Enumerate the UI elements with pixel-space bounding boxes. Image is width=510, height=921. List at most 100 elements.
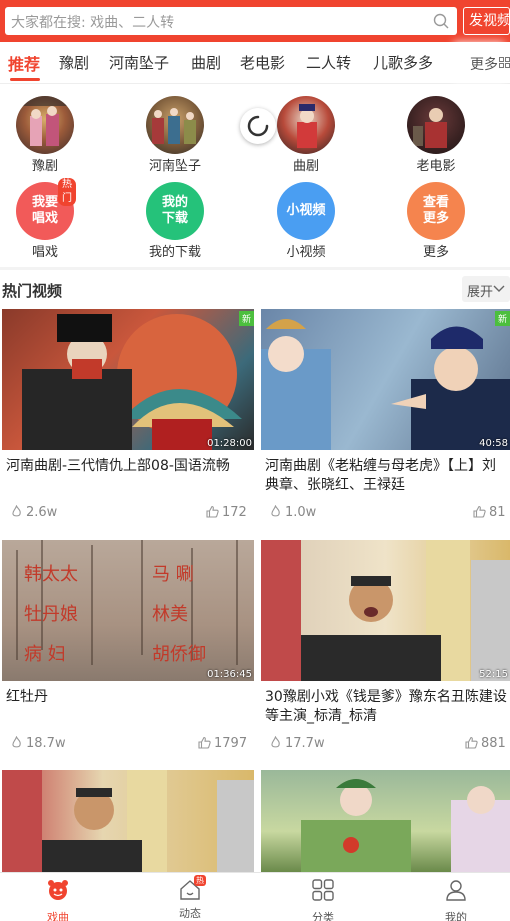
view-count: 2.6w bbox=[10, 505, 57, 520]
video-thumbnail[interactable]: 新 01:28:00 bbox=[2, 309, 254, 450]
video-card[interactable]: 新 01:28:00 河南曲剧-三代情仇上部08-国语流畅 2.6w 172 bbox=[2, 309, 254, 529]
tab-henan-zhuizi[interactable]: 河南坠子 bbox=[109, 52, 169, 73]
video-card[interactable] bbox=[261, 770, 510, 872]
svg-text:牡丹娘: 牡丹娘 bbox=[24, 604, 78, 625]
shortcut-label: 唱戏 bbox=[31, 245, 58, 260]
shortcut-label: 更多 bbox=[422, 245, 449, 260]
more-tabs-label: 更多 bbox=[470, 57, 498, 73]
expand-label: 展开 bbox=[467, 285, 494, 300]
category-label: 豫剧 bbox=[31, 159, 58, 174]
opera-mask-icon bbox=[48, 880, 68, 900]
hot-badge: 热 bbox=[194, 875, 206, 886]
video-thumbnail[interactable]: 52:15 bbox=[261, 540, 510, 681]
category-tabs: 推荐 豫剧 河南坠子 曲剧 老电影 二人转 儿歌多多 更多 bbox=[0, 42, 510, 84]
like-count-value: 1797 bbox=[214, 736, 248, 751]
video-card[interactable]: 新 40:58 河南曲剧《老粘缠与母老虎》【上】刘典章、张晓红、王禄廷 1.0w… bbox=[261, 309, 510, 529]
like-count-value: 172 bbox=[222, 505, 247, 520]
video-duration: 01:28:00 bbox=[207, 438, 252, 449]
svg-text:韩太太: 韩太太 bbox=[24, 564, 78, 585]
video-thumbnail[interactable]: 韩太太 马 唰 牡丹娘 林美 病 妇 胡侨御 01:36:45 bbox=[2, 540, 254, 681]
video-thumbnail[interactable] bbox=[2, 770, 254, 872]
tab-old-movies[interactable]: 老电影 bbox=[240, 52, 285, 73]
view-count-value: 1.0w bbox=[285, 505, 317, 520]
video-duration: 01:36:45 bbox=[207, 669, 252, 680]
expand-button[interactable]: 展开 bbox=[462, 276, 510, 302]
flame-icon bbox=[271, 736, 280, 748]
svg-text:病 妇: 病 妇 bbox=[24, 644, 66, 665]
category-yuju[interactable]: 豫剧 bbox=[5, 96, 85, 174]
like-count[interactable]: 172 bbox=[206, 505, 247, 520]
thumbs-up-icon bbox=[473, 505, 486, 518]
section-divider bbox=[0, 267, 510, 270]
new-badge: 新 bbox=[494, 311, 510, 326]
short-video-circle-text: 小视频 bbox=[286, 203, 326, 218]
tab-kids-songs[interactable]: 儿歌多多 bbox=[373, 52, 433, 73]
flame-icon bbox=[12, 505, 21, 517]
flame-icon bbox=[271, 505, 280, 517]
view-count: 1.0w bbox=[269, 505, 316, 520]
sing-opera-circle-text: 我要唱戏 bbox=[31, 195, 58, 226]
nav-label: 我的 bbox=[445, 911, 467, 921]
more-circle: 查看更多 bbox=[407, 182, 465, 240]
upload-video-button[interactable]: 发视频 bbox=[463, 7, 510, 35]
downloads-circle: 我的下载 bbox=[146, 182, 204, 240]
tab-recommend[interactable]: 推荐 bbox=[8, 51, 40, 75]
nav-me[interactable]: 我的 bbox=[416, 878, 496, 921]
nav-opera[interactable]: 戏曲 bbox=[18, 878, 98, 921]
more-tabs-button[interactable]: 更多 bbox=[460, 42, 510, 83]
yuju-avatar bbox=[16, 96, 74, 154]
like-count[interactable]: 1797 bbox=[198, 736, 247, 751]
video-title[interactable]: 河南曲剧《老粘缠与母老虎》【上】刘典章、张晓红、王禄廷 bbox=[265, 457, 507, 495]
category-label: 曲剧 bbox=[292, 159, 319, 174]
shortcut-short-video[interactable]: 小视频 小视频 bbox=[266, 182, 346, 260]
category-henan-zhuizi[interactable]: 河南坠子 bbox=[135, 96, 215, 174]
tab-quju[interactable]: 曲剧 bbox=[191, 52, 221, 73]
more-circle-text: 查看更多 bbox=[422, 195, 449, 226]
flame-icon bbox=[12, 736, 21, 748]
video-card[interactable] bbox=[2, 770, 254, 872]
search-placeholder: 大家都在搜: 戏曲、二人转 bbox=[11, 15, 175, 31]
nav-activity[interactable]: 热 动态 bbox=[150, 875, 230, 921]
downloads-circle-text: 我的下载 bbox=[161, 195, 188, 226]
svg-text:林美: 林美 bbox=[152, 604, 188, 625]
active-tab-indicator bbox=[10, 78, 40, 81]
category-label: 老电影 bbox=[416, 159, 456, 174]
like-count-value: 81 bbox=[489, 505, 506, 520]
video-thumbnail[interactable]: 新 40:58 bbox=[261, 309, 510, 450]
shortcut-sing-opera[interactable]: 我要唱戏 热门 唱戏 bbox=[5, 178, 85, 260]
like-count-value: 881 bbox=[481, 736, 506, 751]
video-title[interactable]: 河南曲剧-三代情仇上部08-国语流畅 bbox=[6, 457, 252, 476]
video-title[interactable]: 30豫剧小戏《钱是爹》豫东名丑陈建设等主演_标清_标清 bbox=[265, 688, 507, 726]
video-card[interactable]: 韩太太 马 唰 牡丹娘 林美 病 妇 胡侨御 01:36:45 红牡丹 18.7w 1… bbox=[2, 540, 254, 760]
top-search-bar: 大家都在搜: 戏曲、二人转 发视频 bbox=[0, 0, 510, 42]
bottom-navigation: 戏曲 热 动态 分类 我的 bbox=[0, 872, 510, 921]
view-count-value: 18.7w bbox=[26, 736, 66, 751]
category-quju[interactable]: 曲剧 bbox=[266, 96, 346, 174]
short-video-circle: 小视频 bbox=[277, 182, 335, 240]
shortcut-my-downloads[interactable]: 我的下载 我的下载 bbox=[135, 182, 215, 260]
search-icon[interactable] bbox=[433, 13, 449, 29]
view-count-value: 2.6w bbox=[26, 505, 58, 520]
tab-errenzhuan[interactable]: 二人转 bbox=[306, 52, 351, 73]
svg-text:马 唰: 马 唰 bbox=[152, 564, 194, 585]
view-count: 18.7w bbox=[10, 736, 66, 751]
video-card[interactable]: 52:15 30豫剧小戏《钱是爹》豫东名丑陈建设等主演_标清_标清 17.7w … bbox=[261, 540, 510, 760]
like-count[interactable]: 881 bbox=[465, 736, 506, 751]
nav-categories[interactable]: 分类 bbox=[283, 878, 363, 921]
video-thumbnail[interactable] bbox=[261, 770, 510, 872]
grid-icon bbox=[499, 57, 510, 68]
tab-yuju[interactable]: 豫剧 bbox=[59, 52, 89, 73]
shortcut-label: 我的下载 bbox=[148, 245, 201, 260]
thumbs-up-icon bbox=[206, 505, 219, 518]
search-input[interactable]: 大家都在搜: 戏曲、二人转 bbox=[5, 7, 457, 35]
video-duration: 52:15 bbox=[479, 669, 508, 680]
view-count-value: 17.7w bbox=[285, 736, 325, 751]
hot-badge: 热门 bbox=[58, 178, 76, 206]
category-label: 河南坠子 bbox=[148, 159, 201, 174]
category-old-movies[interactable]: 老电影 bbox=[396, 96, 476, 174]
thumbs-up-icon bbox=[198, 736, 211, 749]
shortcut-more[interactable]: 查看更多 更多 bbox=[396, 182, 476, 260]
quju-avatar bbox=[277, 96, 335, 154]
video-title[interactable]: 红牡丹 bbox=[6, 688, 252, 707]
like-count[interactable]: 81 bbox=[473, 505, 506, 520]
